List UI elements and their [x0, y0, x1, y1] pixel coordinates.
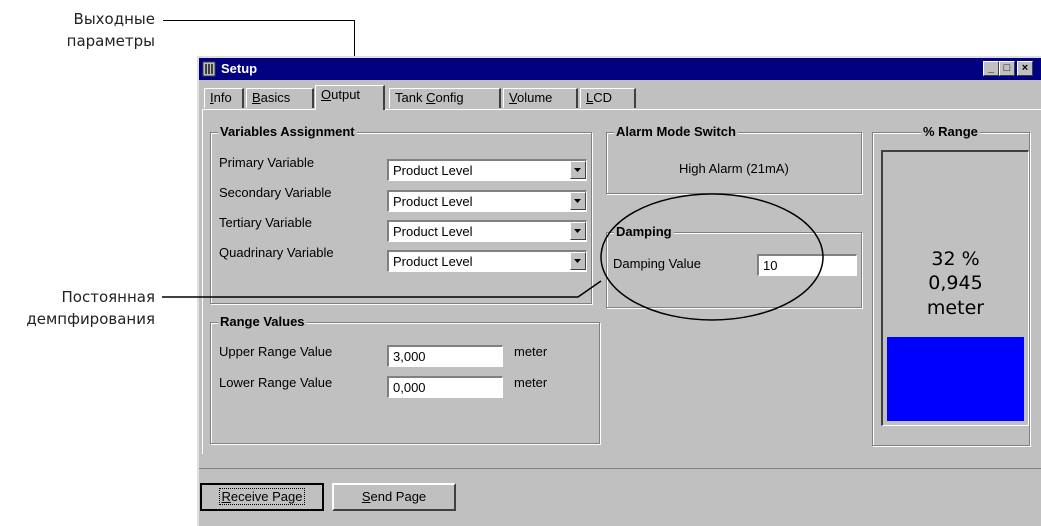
level-unit: meter [926, 297, 985, 319]
percent-range-group: % Range 32 % 0,945 meter [872, 124, 1030, 446]
upper-range-input[interactable]: 3,000 [387, 345, 503, 367]
tab-lcd[interactable]: LCD [580, 88, 636, 108]
percent-range-title: % Range [921, 124, 980, 139]
quadrinary-variable-select[interactable]: Product Level [387, 250, 587, 272]
alarm-mode-title: Alarm Mode Switch [614, 124, 738, 139]
variables-assignment-group: Variables Assignment Primary Variable Pr… [210, 124, 592, 304]
maximize-icon: □ [1003, 62, 1011, 74]
alarm-mode-group: Alarm Mode Switch High Alarm (21mA) [606, 124, 862, 194]
tab-panel: Variables Assignment Primary Variable Pr… [202, 109, 1041, 454]
annotation-damping-line1: Постоянная [61, 288, 155, 306]
upper-range-label: Upper Range Value [219, 344, 333, 359]
damping-value-input[interactable]: 10 [757, 254, 857, 276]
window-title: Setup [221, 61, 258, 76]
title-bar[interactable]: Setup _ □ × [199, 58, 1041, 80]
variables-assignment-title: Variables Assignment [218, 124, 357, 139]
minimize-icon: _ [987, 62, 995, 74]
tertiary-variable-label: Tertiary Variable [219, 215, 312, 230]
chevron-down-icon [574, 168, 581, 172]
chevron-down-icon [574, 229, 581, 233]
damping-value-label: Damping Value [613, 256, 701, 271]
annotation-damping-line2: демпфирования [26, 310, 155, 328]
upper-range-unit: meter [514, 344, 548, 359]
tab-output[interactable]: Output [315, 85, 385, 110]
secondary-variable-select[interactable]: Product Level [387, 190, 587, 212]
tab-basics[interactable]: Basics [246, 88, 314, 108]
maximize-button[interactable]: □ [999, 61, 1015, 76]
annotation-output-params: Выходные параметры [20, 8, 155, 52]
level-value: 0,945 [928, 272, 983, 294]
lower-range-input[interactable]: 0,000 [387, 376, 503, 398]
chevron-down-icon [574, 199, 581, 203]
annotation-output-params-line1: Выходные [73, 10, 155, 28]
chevron-down-icon [574, 259, 581, 263]
lower-range-unit: meter [514, 375, 548, 390]
receive-page-button[interactable]: Receive Page [200, 483, 324, 511]
alarm-mode-value: High Alarm (21mA) [679, 161, 789, 176]
damping-title: Damping [614, 224, 674, 239]
range-values-title: Range Values [218, 314, 307, 329]
quadrinary-variable-label: Quadrinary Variable [219, 245, 334, 260]
tertiary-variable-select[interactable]: Product Level [387, 220, 587, 242]
annotation-damping-constant: Постоянная демпфирования [0, 286, 155, 330]
setup-window: Setup _ □ × Info Basics Output Tank Conf… [197, 56, 1041, 526]
send-page-button[interactable]: Send Page [332, 483, 456, 511]
level-bar [887, 337, 1024, 421]
damping-group: Damping Damping Value 10 [606, 224, 862, 308]
secondary-variable-label: Secondary Variable [219, 185, 332, 200]
percent-value: 32 % [931, 248, 980, 270]
lower-range-label: Lower Range Value [219, 375, 333, 390]
close-button[interactable]: × [1017, 61, 1033, 76]
leader-line-output [163, 20, 355, 21]
bottom-separator [199, 468, 1041, 469]
app-icon [202, 61, 216, 77]
primary-variable-label: Primary Variable [219, 155, 315, 170]
percent-range-display: 32 % 0,945 meter [881, 150, 1029, 426]
tab-info[interactable]: Info [204, 88, 244, 108]
tab-volume[interactable]: Volume [503, 88, 578, 108]
annotation-output-params-line2: параметры [66, 32, 155, 50]
minimize-button[interactable]: _ [983, 61, 999, 76]
range-values-group: Range Values Upper Range Value 3,000 met… [210, 314, 600, 444]
primary-variable-select[interactable]: Product Level [387, 159, 587, 181]
close-icon: × [1021, 62, 1029, 74]
tab-tank-config[interactable]: Tank Config [389, 88, 501, 108]
